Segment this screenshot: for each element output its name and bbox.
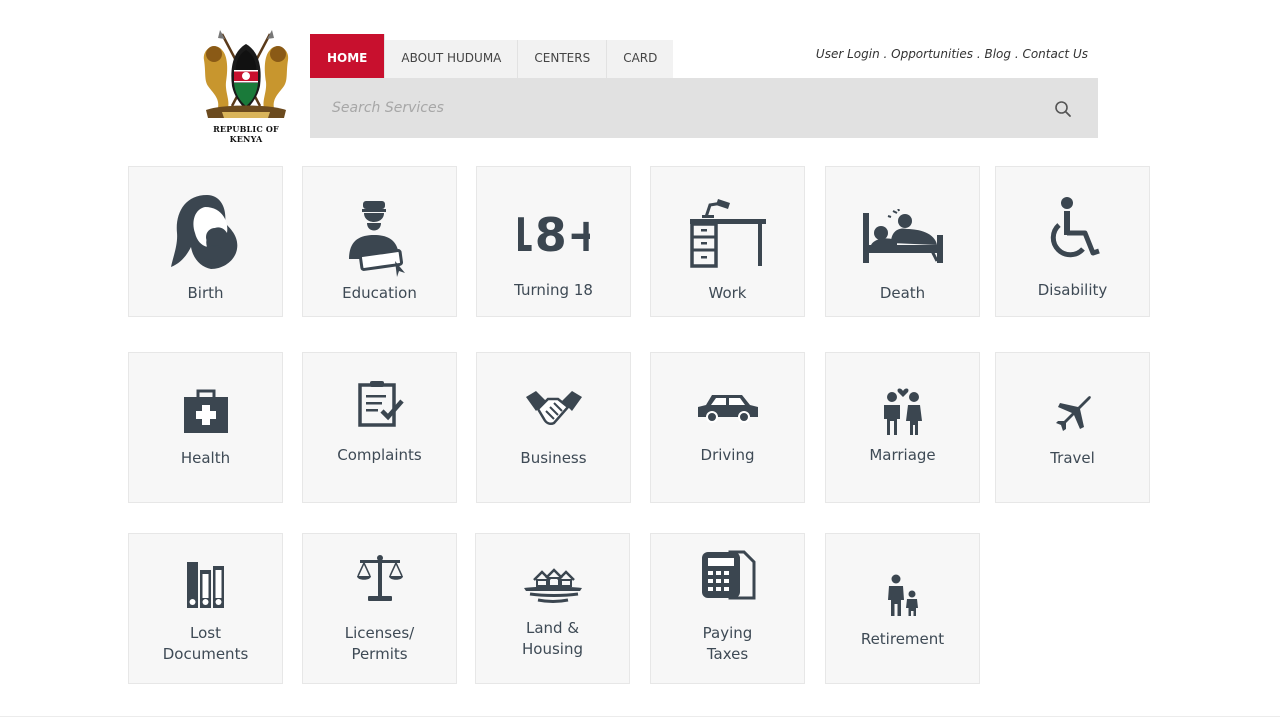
service-label: Marriage [869, 446, 936, 464]
search-icon[interactable] [1054, 100, 1072, 118]
service-label: Driving [700, 446, 755, 464]
service-label: Disability [1037, 281, 1108, 299]
service-tile-disability[interactable]: Disability [995, 166, 1150, 317]
service-label: Travel [1050, 449, 1095, 467]
service-tile-work[interactable]: Work [650, 166, 805, 317]
service-tile-health[interactable]: Health [128, 352, 283, 503]
service-tile-education[interactable]: Education [302, 166, 457, 317]
service-tile-paying-taxes[interactable]: Paying Taxes [650, 533, 805, 684]
tab-about-huduma[interactable]: ABOUT HUDUMA [385, 40, 519, 78]
service-tile-death[interactable]: Death [825, 166, 980, 317]
parent-child-icon [887, 574, 918, 616]
link-separator: . [879, 47, 892, 61]
car-icon [697, 395, 758, 423]
tab-card[interactable]: CARD [607, 40, 674, 78]
service-label: Lost Documents [162, 624, 249, 663]
service-tile-retirement[interactable]: Retirement [825, 533, 980, 684]
graduate-icon [348, 201, 405, 277]
handshake-icon [525, 391, 582, 426]
clipboard-icon [357, 381, 404, 427]
opportunities-link[interactable]: Opportunities [891, 47, 973, 61]
svg-text:18+: 18+ [518, 208, 590, 257]
logo-caption: REPUBLIC OF KENYA [213, 124, 279, 144]
service-tile-marriage[interactable]: Marriage [825, 352, 980, 503]
mother-child-icon [170, 195, 237, 269]
service-tile-turning-18[interactable]: 18+ Turning 18 [476, 166, 631, 317]
footer-divider [0, 716, 1280, 717]
search-input[interactable] [310, 78, 1030, 138]
hospital-bed-icon [862, 209, 943, 263]
service-label: Complaints [337, 446, 422, 464]
blog-link[interactable]: Blog [984, 47, 1011, 61]
service-label: Paying Taxes [702, 624, 753, 663]
main-nav: HOME ABOUT HUDUMA CENTERS CARD [310, 34, 674, 78]
service-tile-driving[interactable]: Driving [650, 352, 805, 503]
service-tile-birth[interactable]: Birth [128, 166, 283, 317]
service-label: Land & Housing [522, 619, 583, 658]
service-tile-lost-documents[interactable]: Lost Documents [128, 533, 283, 684]
contact-us-link[interactable]: Contact Us [1022, 47, 1088, 61]
service-tile-complaints[interactable]: Complaints [302, 352, 457, 503]
service-label: Health [180, 449, 231, 467]
houses-icon [523, 568, 582, 603]
service-label: Retirement [860, 630, 945, 648]
desk-icon [689, 199, 766, 268]
service-tile-travel[interactable]: Travel [995, 352, 1150, 503]
service-label: Turning 18 [514, 281, 593, 299]
top-links: User Login . Opportunities . Blog . Cont… [816, 47, 1088, 61]
wheelchair-icon [1050, 197, 1100, 258]
service-label: Birth [187, 284, 224, 302]
service-label: Work [708, 284, 747, 302]
tab-centers[interactable]: CENTERS [518, 40, 608, 78]
airplane-icon [1055, 396, 1091, 431]
medical-kit-icon [183, 389, 228, 433]
link-separator: . [973, 47, 985, 61]
search-bar [310, 78, 1098, 138]
couple-icon [883, 388, 922, 435]
service-tile-licenses-permits[interactable]: Licenses/ Permits [302, 533, 457, 684]
service-tile-business[interactable]: Business [476, 352, 631, 503]
service-label: Licenses/ Permits [344, 624, 415, 663]
eighteen-plus-icon: 18+ [518, 208, 590, 257]
calculator-icon [701, 550, 755, 600]
service-label: Death [879, 284, 926, 302]
tab-home[interactable]: HOME [310, 34, 386, 78]
service-tile-land-housing[interactable]: Land & Housing [475, 533, 630, 684]
scales-icon [356, 555, 403, 601]
link-separator: . [1011, 47, 1023, 61]
kenya-coat-of-arms-logo[interactable]: REPUBLIC OF KENYA [196, 30, 296, 144]
user-login-link[interactable]: User Login [816, 47, 880, 61]
service-label: Business [520, 449, 587, 467]
coat-of-arms-icon [203, 30, 289, 118]
service-label: Education [342, 284, 417, 302]
binders-icon [186, 562, 224, 608]
